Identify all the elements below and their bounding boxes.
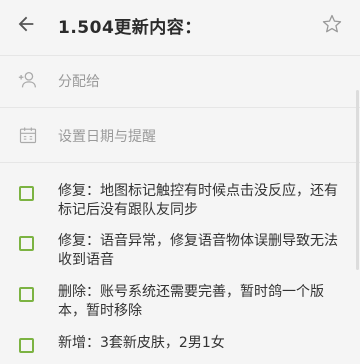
star-outline-icon — [322, 14, 342, 33]
todo-checkbox[interactable] — [19, 236, 34, 251]
todo-text[interactable]: 修复：语音异常，修复语音物体误删导致无法收到语音 — [58, 232, 343, 270]
star-button[interactable] — [318, 10, 346, 38]
assign-row[interactable]: 分配给 — [0, 56, 360, 104]
scrollbar[interactable] — [356, 90, 359, 270]
back-button[interactable] — [12, 10, 40, 38]
calendar-icon — [17, 124, 39, 146]
todo-text[interactable]: 新增：3套新皮肤，2男1女 — [58, 334, 343, 353]
due-date-label: 设置日期与提醒 — [58, 129, 156, 145]
page-title: 1.504更新内容： — [58, 18, 202, 38]
todo-checkbox[interactable] — [19, 287, 34, 302]
todo-checkbox[interactable] — [19, 338, 34, 353]
arrow-left-icon — [18, 16, 34, 32]
divider — [0, 162, 360, 163]
todo-checkbox[interactable] — [19, 186, 34, 201]
app-header: 1.504更新内容： — [0, 0, 360, 48]
divider — [0, 107, 360, 108]
person-add-icon — [17, 69, 39, 91]
todo-text[interactable]: 删除：账号系统还需要完善，暂时鸽一个版本，暂时移除 — [58, 283, 343, 321]
assign-label: 分配给 — [58, 74, 100, 90]
todo-text[interactable]: 修复：地图标记触控有时候点击没反应，还有标记后没有跟队友同步 — [58, 182, 343, 220]
due-date-row[interactable]: 设置日期与提醒 — [0, 110, 360, 158]
